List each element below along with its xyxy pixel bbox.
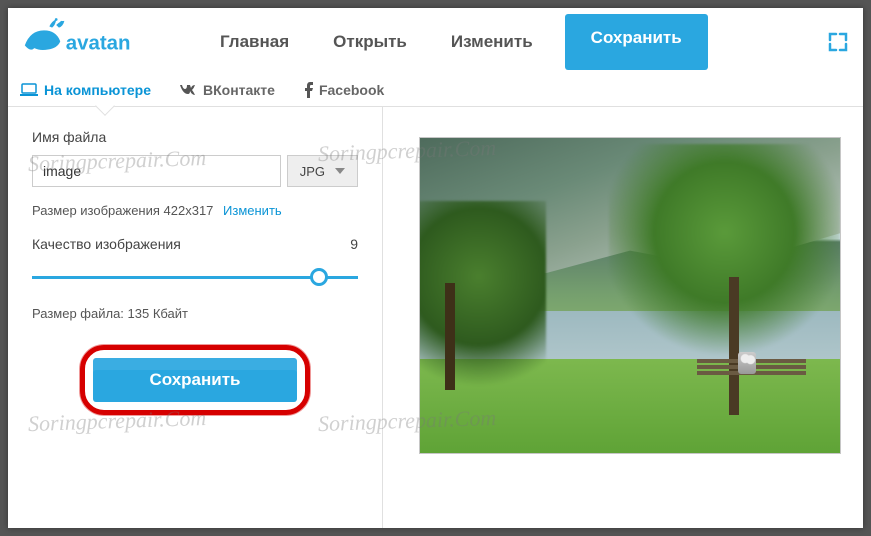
tab-computer[interactable]: На компьютере [20,82,151,98]
slider-thumb[interactable] [310,268,328,286]
main-nav: Главная Открыть Изменить Сохранить [198,14,803,70]
dimensions-text: Размер изображения 422x317 [32,203,213,218]
nav-edit[interactable]: Изменить [429,14,555,70]
change-dimensions-link[interactable]: Изменить [223,203,282,218]
main-area: Имя файла JPG Размер изображения 422x317… [8,107,863,528]
tab-facebook[interactable]: Facebook [303,82,384,98]
nav-open[interactable]: Открыть [311,14,429,70]
filesize-text: Размер файла: 135 Кбайт [32,306,358,321]
tab-vkontakte[interactable]: ВКонтакте [179,82,275,98]
quality-value: 9 [350,236,358,252]
format-value: JPG [300,164,325,179]
dimensions-row: Размер изображения 422x317 Изменить [32,203,358,218]
whale-logo-icon: avatan [18,17,168,67]
quality-slider[interactable] [32,266,358,290]
nav-home[interactable]: Главная [198,14,311,70]
tab-label: ВКонтакте [203,82,275,98]
preview-image [419,137,841,454]
tab-label: На компьютере [44,82,151,98]
format-select[interactable]: JPG [287,155,358,187]
laptop-icon [20,83,38,97]
vk-icon [179,83,197,97]
expand-icon [828,32,848,52]
tab-label: Facebook [319,82,384,98]
logo-text: avatan [66,32,131,55]
save-destination-tabs: На компьютере ВКонтакте Facebook [8,76,863,107]
facebook-icon [303,82,313,98]
fullscreen-button[interactable] [823,27,853,57]
topbar: avatan Главная Открыть Изменить Сохранит… [8,8,863,76]
quality-label: Качество изображения [32,236,181,252]
save-button-highlight: Сохранить [80,345,310,415]
logo[interactable]: avatan [18,17,168,67]
filename-input[interactable] [32,155,281,187]
image-preview-area [383,107,863,528]
save-button[interactable]: Сохранить [93,358,297,402]
nav-save[interactable]: Сохранить [565,14,708,70]
chevron-down-icon [335,168,345,174]
save-options-panel: Имя файла JPG Размер изображения 422x317… [8,107,383,528]
filename-label: Имя файла [32,129,358,145]
app-window: avatan Главная Открыть Изменить Сохранит… [8,8,863,528]
